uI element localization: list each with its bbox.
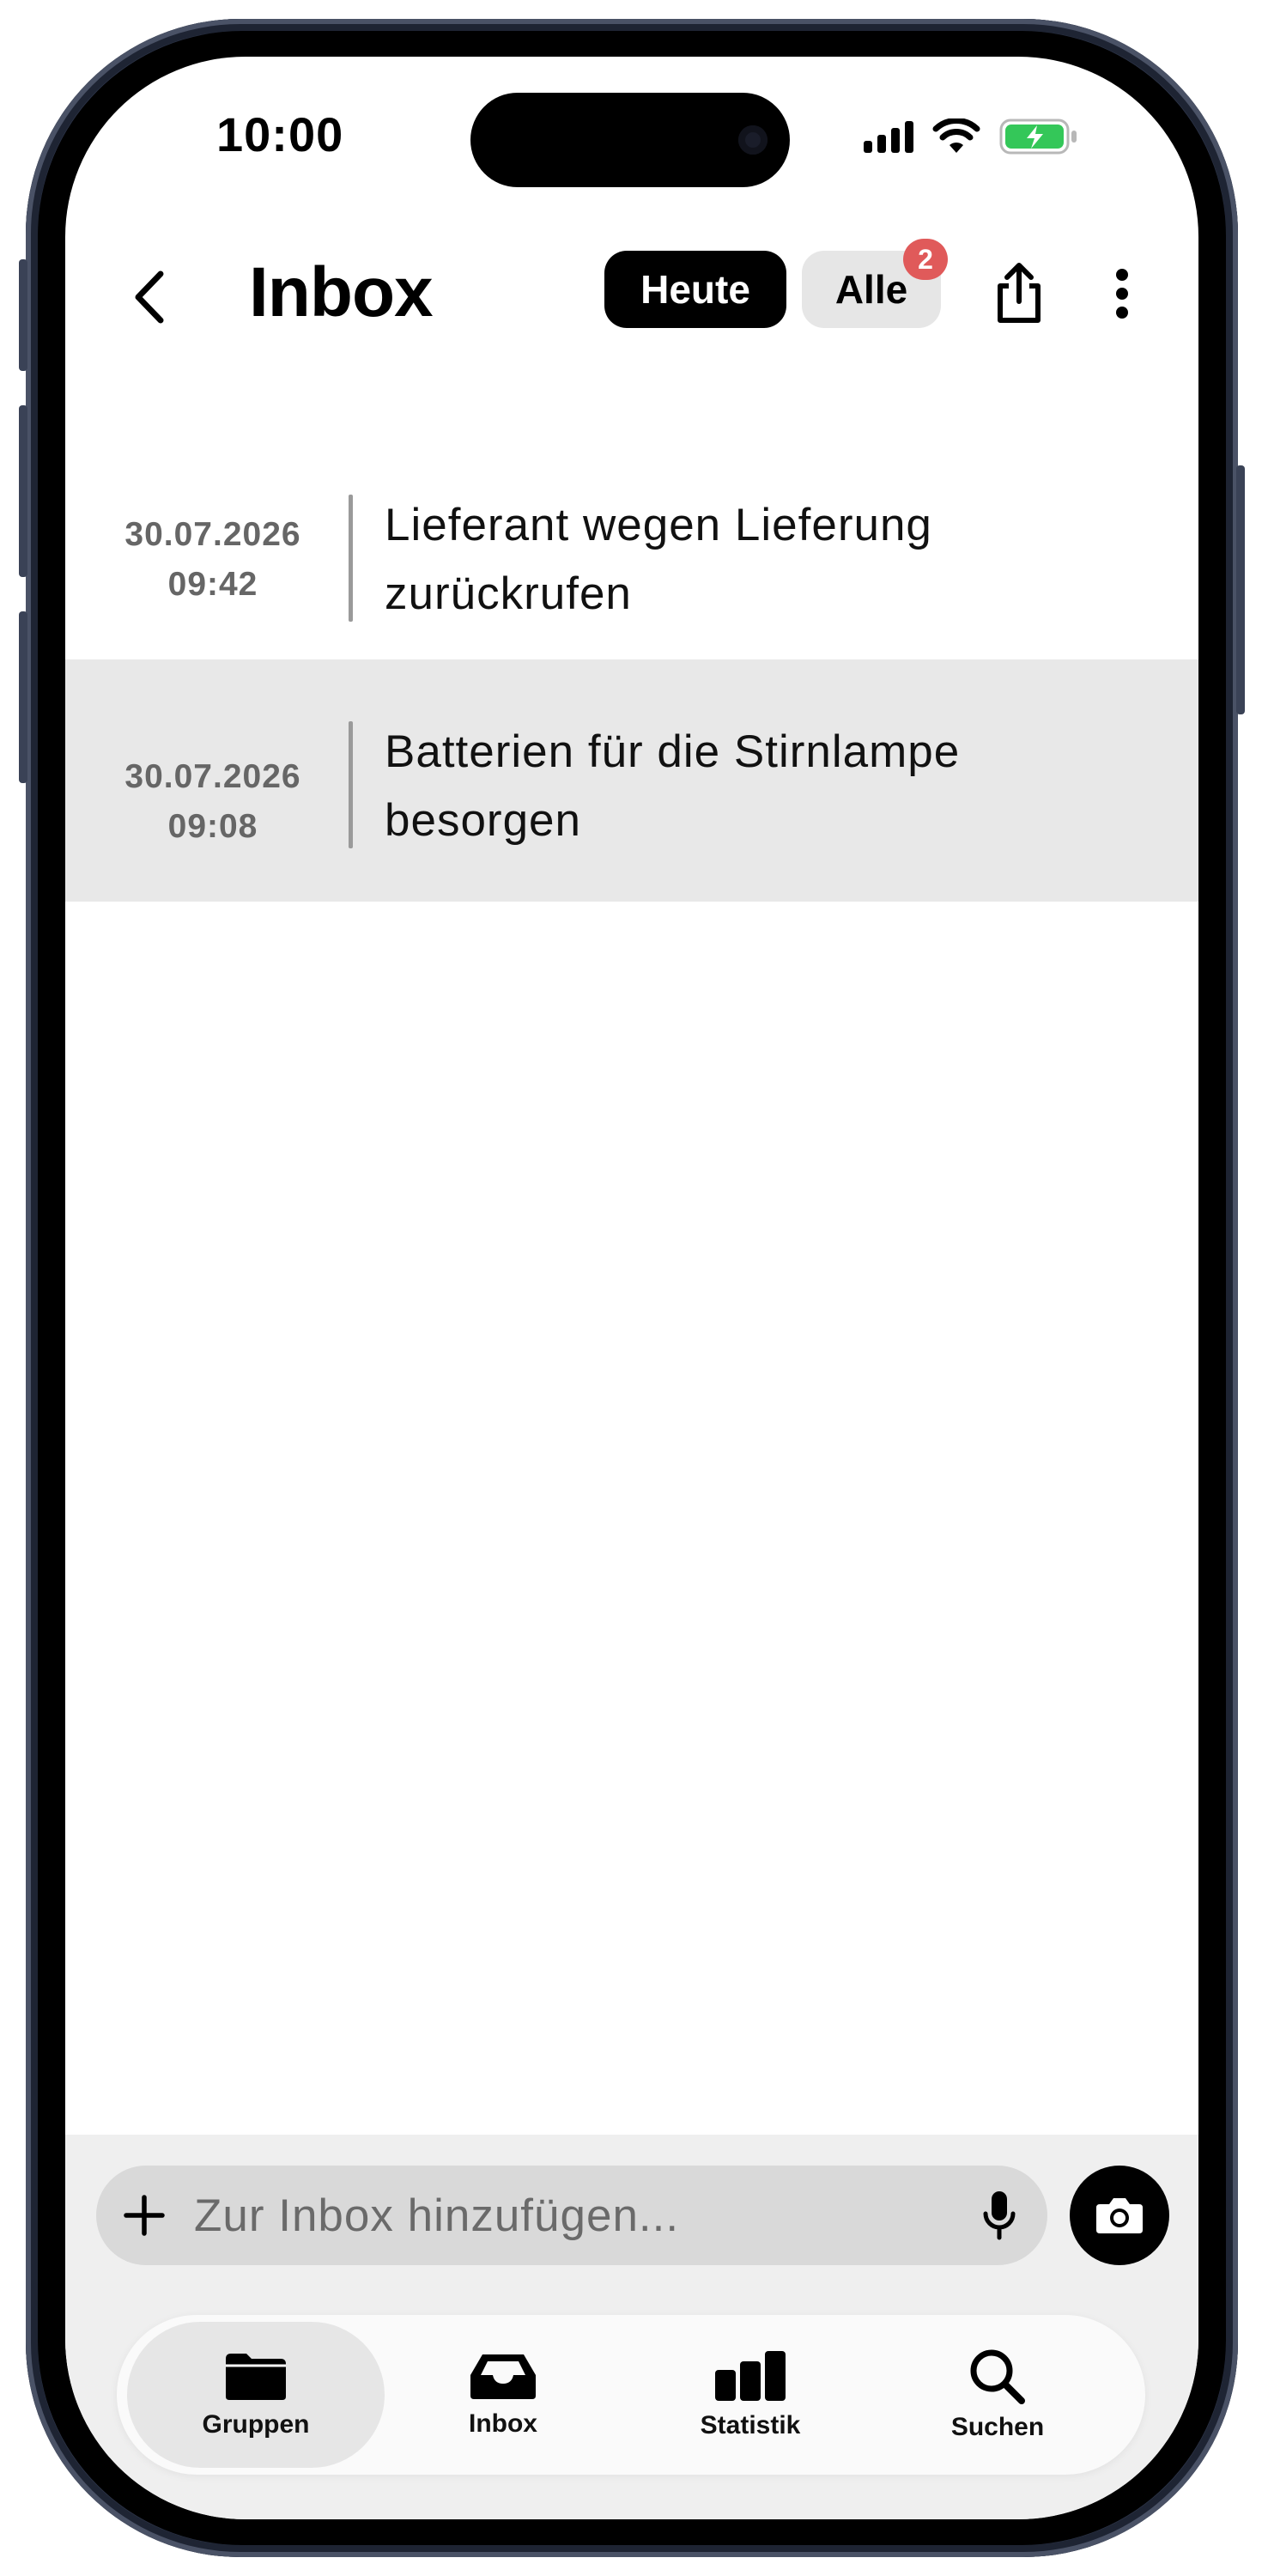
count-badge: 2	[903, 239, 948, 280]
status-time: 10:00	[216, 107, 344, 161]
front-camera	[738, 125, 768, 155]
volume-down-button	[19, 611, 27, 783]
volume-up-button	[19, 405, 27, 577]
entry-date-day: 30.07.2026	[124, 516, 301, 553]
microphone-icon	[983, 2191, 1016, 2240]
tab-gruppen[interactable]: Gruppen	[127, 2322, 385, 2468]
entry-text-line: Batterien für die Stirnlampe	[385, 726, 961, 777]
add-to-inbox-field[interactable]	[96, 2166, 1047, 2265]
camera-button[interactable]	[1070, 2166, 1169, 2265]
entry-text-line: Lieferant wegen Lieferung	[385, 500, 932, 550]
entry-date: 30.07.2026 09:42	[84, 510, 342, 610]
tab-suchen[interactable]: Suchen	[869, 2322, 1126, 2468]
entry-text-line: zurückrufen	[385, 568, 632, 619]
entry-date-time: 09:42	[167, 566, 258, 603]
entry-divider	[349, 721, 353, 848]
filter-today-button[interactable]: Heute	[604, 251, 786, 328]
tab-label: Gruppen	[202, 2410, 310, 2439]
folder-icon	[226, 2354, 286, 2400]
entry-text: Batterien für die Stirnlampe besorgen	[385, 718, 1123, 855]
share-button[interactable]	[980, 251, 1058, 337]
camera-icon	[1096, 2198, 1143, 2233]
add-to-inbox-input[interactable]	[192, 2188, 951, 2243]
plus-icon	[124, 2195, 165, 2236]
tab-inbox[interactable]: Inbox	[374, 2322, 632, 2468]
add-button[interactable]	[96, 2194, 192, 2237]
tab-label: Inbox	[469, 2409, 537, 2438]
list-item[interactable]: 30.07.2026 09:08 Batterien für die Stirn…	[65, 659, 1198, 902]
tab-bar: Gruppen Inbox Statistik Suchen	[117, 2315, 1145, 2475]
microphone-button[interactable]	[951, 2190, 1047, 2241]
action-button	[19, 259, 27, 371]
tab-label: Statistik	[700, 2411, 801, 2439]
entry-date-day: 30.07.2026	[124, 758, 301, 795]
bar-chart-icon	[715, 2351, 786, 2401]
battery-charging-icon	[999, 118, 1077, 155]
power-button	[1236, 465, 1245, 714]
search-icon	[970, 2349, 1025, 2404]
tab-label: Suchen	[950, 2413, 1045, 2441]
entry-date-time: 09:08	[167, 808, 258, 845]
wifi-icon	[932, 118, 980, 153]
share-icon	[998, 263, 1041, 323]
more-options-button[interactable]	[1092, 251, 1152, 337]
entry-date: 30.07.2026 09:08	[84, 752, 342, 852]
app-screen: 10:00 Inbox Heute Alle 2 30.07.2026 09:4…	[65, 57, 1198, 2519]
page-title: Inbox	[249, 253, 434, 331]
inbox-list: 30.07.2026 09:42 Lieferant wegen Lieferu…	[65, 417, 1198, 902]
chevron-left-icon	[135, 270, 164, 324]
back-button[interactable]	[110, 254, 187, 340]
entry-text-line: besorgen	[385, 795, 582, 846]
signal-icon	[864, 120, 913, 153]
inbox-tray-icon	[470, 2354, 536, 2399]
entry-text: Lieferant wegen Lieferung zurückrufen	[385, 491, 1123, 629]
status-icons	[864, 115, 1078, 158]
list-item[interactable]: 30.07.2026 09:42 Lieferant wegen Lieferu…	[65, 417, 1198, 659]
tab-statistik[interactable]: Statistik	[622, 2322, 879, 2468]
entry-divider	[349, 495, 353, 622]
more-vertical-icon	[1116, 269, 1128, 319]
